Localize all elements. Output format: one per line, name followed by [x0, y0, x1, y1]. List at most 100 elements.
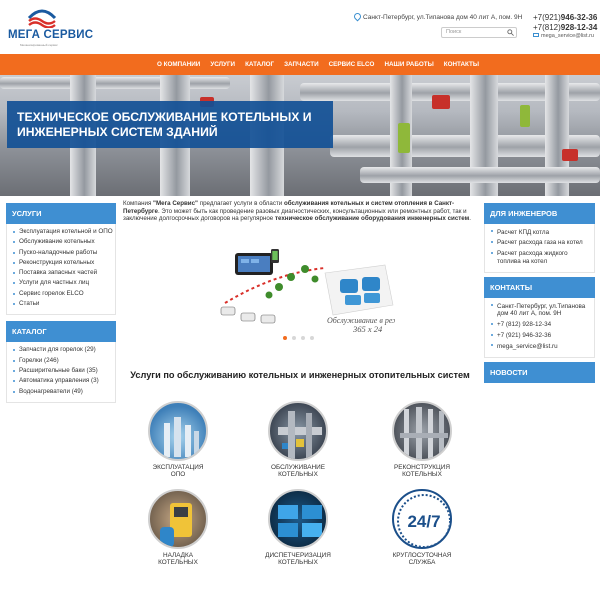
sidebar-item-catalog[interactable]: Автоматика управления (3): [13, 376, 109, 386]
service-maintenance-label-2: котельных: [278, 471, 318, 479]
badge-24-7-text: 24/7: [407, 512, 440, 531]
van-icons: [220, 306, 276, 324]
contact-phone[interactable]: +7 (812) 928-12-34: [491, 320, 588, 331]
intro-paragraph: Компания "Мега Сервис" предлагает услуги…: [123, 200, 478, 223]
sidebar-item-service[interactable]: Реконструкция котельных: [13, 258, 109, 268]
contacts-list: Санкт-Петербург, ул.Типанова дом 40 лит …: [484, 298, 595, 359]
phone-2[interactable]: +7(812)928-12-34: [533, 23, 597, 33]
service-opo-label-1: Эксплуатация: [152, 464, 204, 471]
service-24-7-image: 24/7: [392, 489, 452, 549]
banner-title: Техническое обслуживание котельных и инж…: [17, 110, 312, 139]
phone-device-icon: [271, 249, 279, 263]
nav-about[interactable]: О компании: [152, 54, 205, 75]
services-list: Эксплуатация котельной и ОПО Обслуживани…: [6, 224, 116, 316]
intro-text: .: [469, 215, 471, 223]
intro-text: Компания: [123, 200, 154, 207]
slider-dots: [283, 336, 314, 340]
sidebar-item-catalog[interactable]: Водонагреватели (49): [13, 387, 109, 397]
service-setup-label-2: котельных: [158, 559, 198, 567]
service-card-24-7[interactable]: 24/7 Круглосуточная служба: [367, 489, 477, 567]
sidebar-item-catalog[interactable]: Горелки (246): [13, 356, 109, 366]
intro-text: предлагает услуги в области: [198, 200, 284, 207]
sidebar-item-service[interactable]: Пуско-наладочные работы: [13, 248, 109, 258]
slider-dot-4[interactable]: [310, 336, 314, 340]
service-illustration: Обслуживание в режиме 365 x 24: [220, 249, 395, 333]
service-card-opo[interactable]: Эксплуатация ОПО: [123, 401, 233, 479]
service-reconstruction-image: [392, 401, 452, 461]
service-card-reconstruction[interactable]: Реконструкция котельных: [367, 401, 477, 479]
phone-1-number: 946-32-36: [560, 13, 598, 22]
search-icon[interactable]: [507, 29, 514, 36]
phone-2-prefix: +7(812): [533, 23, 561, 32]
nav-contacts[interactable]: Контакты: [439, 54, 484, 75]
location-pin-icon: [352, 11, 363, 22]
catalog-list: Запчасти для горелок (29) Горелки (246) …: [6, 342, 116, 403]
slider-dot-1[interactable]: [283, 336, 287, 340]
sidebar-item-catalog[interactable]: Запчасти для горелок (29): [13, 345, 109, 355]
phone-1[interactable]: +7(921)946-32-36: [533, 13, 597, 23]
phone-2-number: 928-12-34: [560, 23, 598, 32]
contact-address: Санкт-Петербург, ул.Типанова дом 40 лит …: [491, 301, 588, 320]
nav-services[interactable]: Услуги: [205, 54, 240, 75]
service-maintenance-label-1: Обслуживание: [270, 464, 326, 471]
logo-subtitle: Механизированный сервис: [20, 43, 58, 47]
service-24-7-label-1: Круглосуточная: [392, 552, 452, 559]
main-nav: О компании Услуги Каталог Запчасти Серви…: [0, 54, 600, 75]
service-opo-image: [148, 401, 208, 461]
sidebar-item-calc[interactable]: Расчет расхода жидкого топлива на котел: [491, 249, 588, 268]
service-dispatch-label-2: котельных: [278, 559, 318, 567]
service-card-setup[interactable]: Наладка котельных: [123, 489, 233, 567]
slider-dot-3[interactable]: [301, 336, 305, 340]
logo[interactable]: МЕГА СЕРВИС Механизированный сервис: [8, 6, 93, 47]
banner-title-box: Техническое обслуживание котельных и инж…: [7, 101, 333, 148]
email-text: mega_service@list.ru: [541, 33, 594, 39]
header-email[interactable]: mega_service@list.ru: [533, 33, 597, 40]
intro-highlight: техническое обслуживание оборудования ин…: [274, 215, 470, 223]
service-card-dispatch[interactable]: Диспетчеризация котельных: [243, 489, 353, 567]
address-text: Санкт-Петербург, ул.Типанова дом 40 лит …: [363, 14, 523, 21]
search-input[interactable]: Поиск: [441, 27, 517, 38]
nav-elco[interactable]: Сервис ELCO: [324, 54, 380, 75]
sidebar-item-service[interactable]: Сервис горелок ELCO: [13, 289, 109, 299]
sidebar-item-catalog[interactable]: Расширительные баки (35): [13, 366, 109, 376]
search-placeholder: Поиск: [446, 29, 462, 35]
service-card-maintenance[interactable]: Обслуживание котельных: [243, 401, 353, 479]
sidebar-item-service[interactable]: Услуги для частных лиц: [13, 278, 109, 288]
service-24-7-label-2: служба: [408, 559, 436, 567]
envelope-icon: [533, 33, 539, 37]
slider-dot-2[interactable]: [292, 336, 296, 340]
engineers-box-title: Для инженеров: [484, 203, 595, 224]
contact-phone[interactable]: +7 (921) 946-32-36: [491, 331, 588, 342]
service-setup-image: [148, 489, 208, 549]
nav-works[interactable]: Наши работы: [379, 54, 438, 75]
catalog-box-title: Каталог: [6, 321, 116, 343]
engineers-list: Расчет КПД котла Расчет расхода газа на …: [484, 224, 595, 274]
nav-catalog[interactable]: Каталог: [240, 54, 279, 75]
news-box-title[interactable]: Новости: [484, 362, 595, 384]
tablet-icon: [235, 253, 273, 275]
sidebar-item-calc[interactable]: Расчет расхода газа на котел: [491, 238, 588, 249]
logo-text: МЕГА СЕРВИС: [8, 29, 94, 41]
nav-parts[interactable]: Запчасти: [279, 54, 324, 75]
boiler-room-icon: [324, 264, 394, 316]
service-dispatch-label-1: Диспетчеризация: [265, 552, 331, 559]
phone-1-prefix: +7(921): [533, 13, 561, 22]
clock-24-7-icon: 24/7: [397, 494, 450, 547]
sidebar-item-service[interactable]: Обслуживание котельных: [13, 237, 109, 247]
service-dispatch-image: [268, 489, 328, 549]
sidebar-item-calc[interactable]: Расчет КПД котла: [491, 227, 588, 238]
header-address: Санкт-Петербург, ул.Типанова дом 40 лит …: [352, 11, 523, 22]
intro-company: "Мега Сервис": [153, 200, 198, 207]
logo-waves-icon: [27, 9, 57, 28]
illustration-caption-2: 365 x 24: [352, 324, 383, 333]
service-opo-label-2: ОПО: [170, 471, 186, 479]
header-contacts: +7(921)946-32-36 +7(812)928-12-34 mega_s…: [533, 13, 597, 40]
left-sidebar: Услуги Эксплуатация котельной и ОПО Обсл…: [6, 203, 116, 403]
sidebar-item-service[interactable]: Поставка запасных частей: [13, 268, 109, 278]
service-setup-label-1: Наладка: [162, 552, 193, 559]
service-reconstruction-label-1: Реконструкция: [394, 464, 450, 471]
sidebar-item-service[interactable]: Статьи: [13, 299, 109, 309]
right-sidebar: Для инженеров Расчет КПД котла Расчет ра…: [484, 203, 595, 384]
sidebar-item-service[interactable]: Эксплуатация котельной и ОПО: [13, 227, 113, 237]
contact-email[interactable]: mega_service@list.ru: [491, 341, 588, 352]
